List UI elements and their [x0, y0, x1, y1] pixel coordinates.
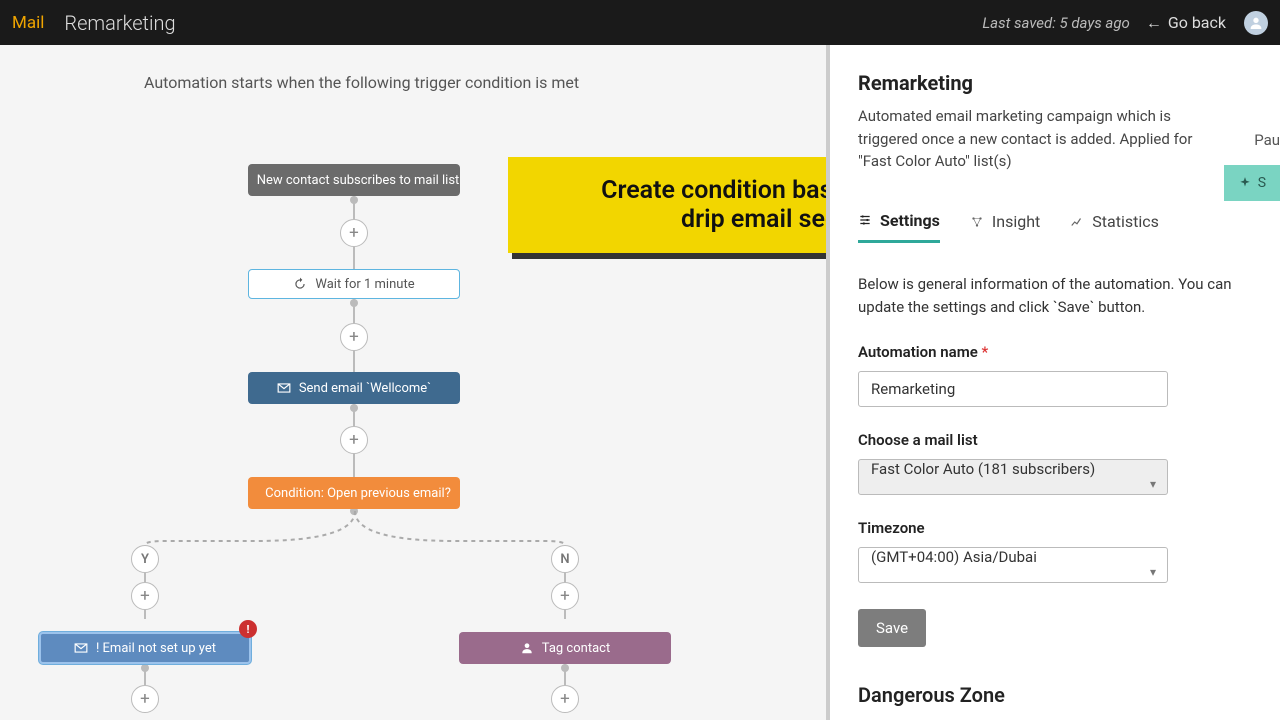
- mail-list-select[interactable]: Fast Color Auto (181 subscribers): [858, 459, 1168, 495]
- add-step-button[interactable]: +: [340, 219, 368, 247]
- condition-node[interactable]: ? Condition: Open previous email?: [248, 477, 460, 509]
- sidebar-tabs: Settings Insight Statistics: [858, 211, 1280, 243]
- arrow-left-icon: ←: [1146, 13, 1162, 33]
- mail-list-label: Choose a mail list: [858, 431, 1280, 449]
- sidebar-title: Remarketing: [858, 71, 1280, 95]
- automation-name-label: Automation name *: [858, 343, 1280, 361]
- timezone-label: Timezone: [858, 519, 1280, 537]
- settings-sidebar: Remarketing Pau Automated email marketin…: [830, 45, 1280, 720]
- refresh-icon: [293, 277, 307, 291]
- tab-settings[interactable]: Settings: [858, 211, 940, 243]
- header-bar: Mail Remarketing Last saved: 5 days ago …: [0, 0, 1280, 45]
- automation-name-input[interactable]: [858, 371, 1168, 407]
- send-email-node[interactable]: Send email `Wellcome`: [248, 372, 460, 404]
- sidebar-description: Automated email marketing campaign which…: [858, 105, 1218, 173]
- add-step-button[interactable]: +: [340, 323, 368, 351]
- add-step-button[interactable]: +: [340, 426, 368, 454]
- tab-statistics[interactable]: Statistics: [1070, 211, 1159, 243]
- email-not-setup-node[interactable]: ! ! Email not set up yet: [39, 632, 251, 664]
- add-step-button[interactable]: +: [551, 685, 579, 713]
- add-step-button[interactable]: +: [551, 582, 579, 610]
- envelope-icon: [277, 381, 291, 395]
- branch-no-label: N: [551, 545, 579, 573]
- trigger-node[interactable]: New contact subscribes to mail list: [248, 164, 460, 196]
- alert-badge: !: [239, 620, 257, 638]
- settings-description: Below is general information of the auto…: [858, 273, 1280, 320]
- brand-label: Mail: [12, 13, 44, 33]
- add-step-button[interactable]: +: [131, 685, 159, 713]
- branch-yes-label: Y: [131, 545, 159, 573]
- save-button[interactable]: Save: [858, 609, 926, 647]
- user-icon: [520, 641, 534, 655]
- page-title: Remarketing: [64, 11, 175, 35]
- automation-status: Pau: [1254, 131, 1280, 149]
- sparkle-icon: [1238, 176, 1252, 190]
- envelope-icon: [74, 641, 88, 655]
- tag-contact-node[interactable]: Tag contact: [459, 632, 671, 664]
- start-button[interactable]: S: [1224, 165, 1280, 201]
- sliders-icon: [858, 213, 872, 227]
- go-back-link[interactable]: ← Go back: [1146, 13, 1226, 33]
- canvas-intro: Automation starts when the following tri…: [144, 73, 579, 92]
- network-icon: [970, 215, 984, 229]
- automation-canvas[interactable]: Automation starts when the following tri…: [0, 45, 830, 720]
- chart-icon: [1070, 215, 1084, 229]
- add-step-button[interactable]: +: [131, 582, 159, 610]
- timezone-select[interactable]: (GMT+04:00) Asia/Dubai: [858, 547, 1168, 583]
- danger-zone-title: Dangerous Zone: [858, 683, 1280, 707]
- last-saved-label: Last saved: 5 days ago: [982, 14, 1130, 32]
- wait-node[interactable]: Wait for 1 minute: [248, 269, 460, 299]
- avatar[interactable]: [1244, 11, 1268, 35]
- tab-insight[interactable]: Insight: [970, 211, 1040, 243]
- callout-banner: Create condition based automated drip em…: [508, 157, 830, 253]
